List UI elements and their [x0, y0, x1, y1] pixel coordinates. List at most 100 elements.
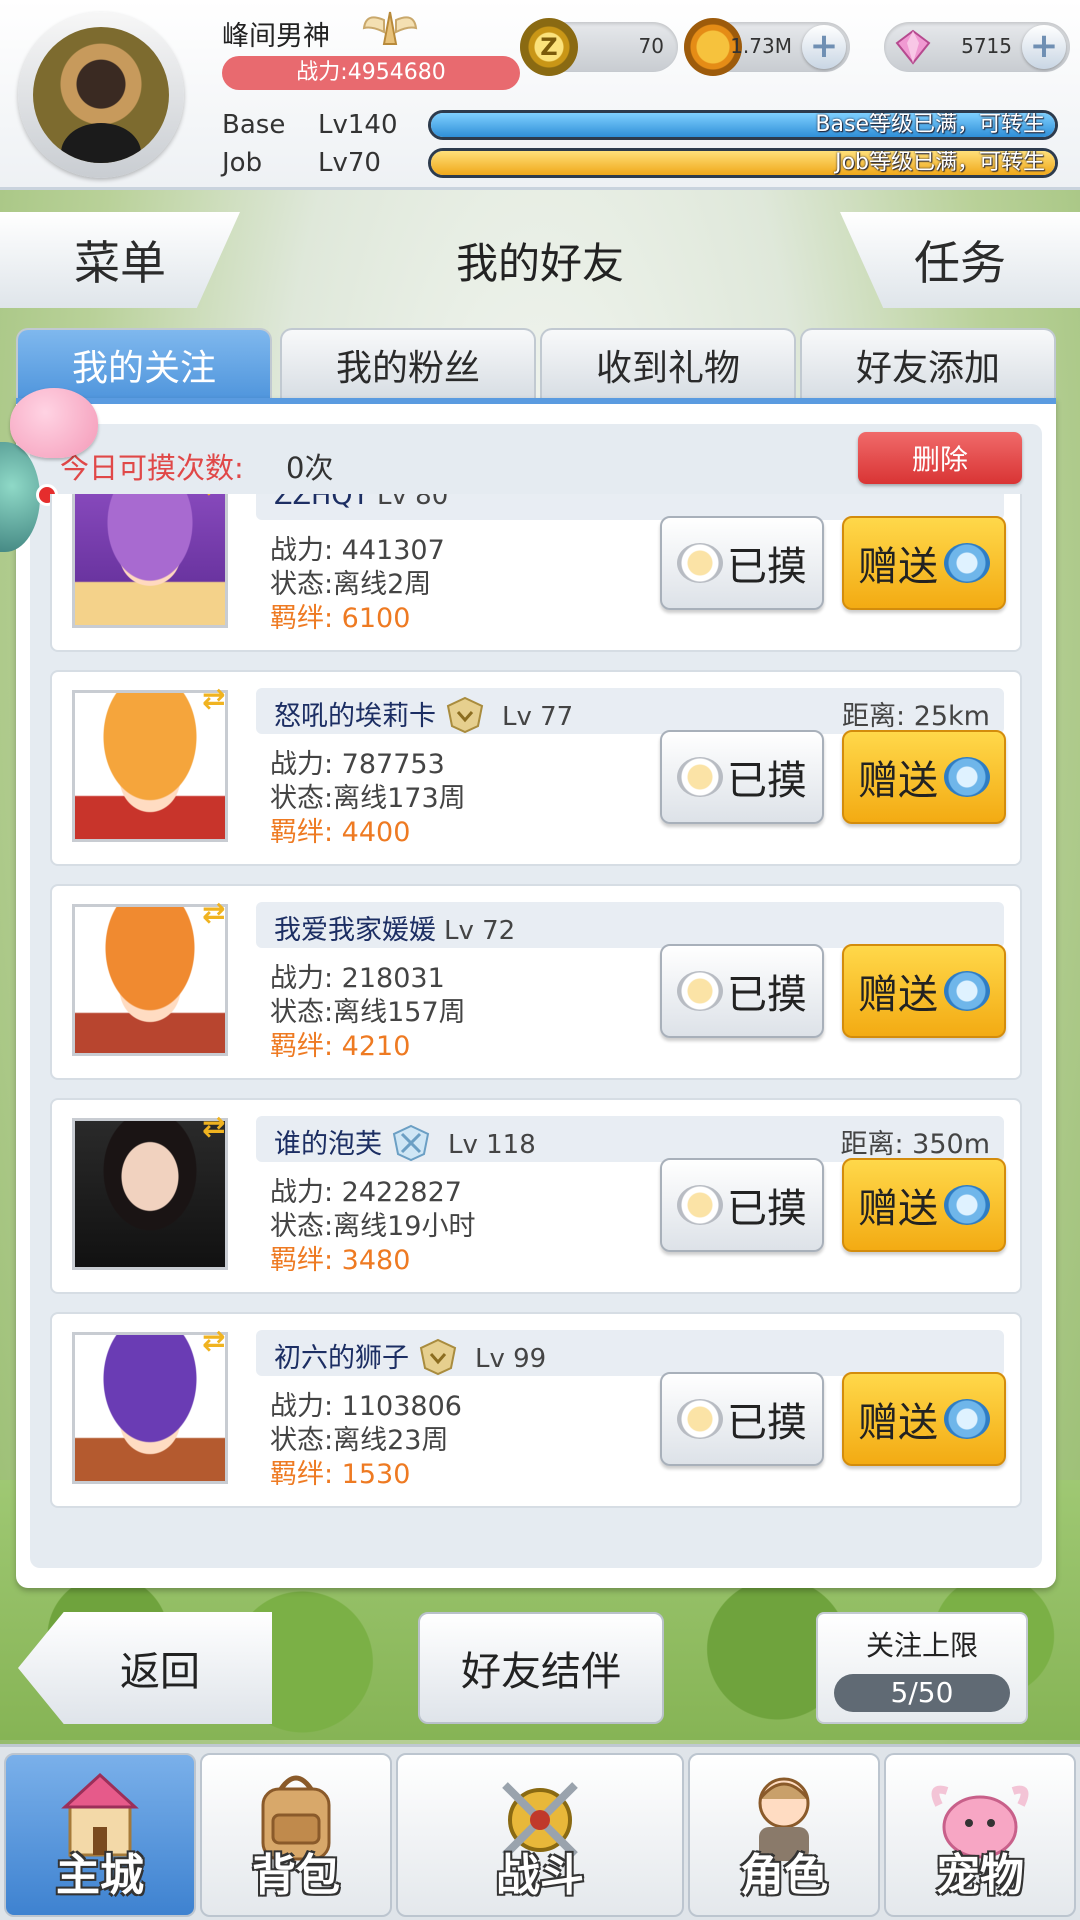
touch-count-label: 今日可摸次数: [60, 451, 244, 485]
add-gold-button[interactable]: + [802, 25, 846, 69]
friend-card[interactable]: ⇄ 我爱我家媛媛 Lv 72 战力: 218031 状态:离线157周 羁绊: 4… [50, 884, 1022, 1080]
zeny-value: 70 [638, 34, 664, 58]
friend-distance: 距离: 25km [842, 701, 990, 732]
rank-badge-icon [392, 1124, 430, 1161]
touched-button[interactable]: 已摸 [660, 516, 824, 610]
zeny-coin-icon: Z [520, 18, 578, 76]
touched-button[interactable]: 已摸 [660, 1372, 824, 1466]
player-name: 峰间男神 [222, 21, 330, 52]
nav-pet[interactable]: 宠物 [884, 1753, 1076, 1917]
nav-main-city[interactable]: 主城 [4, 1753, 196, 1917]
nav-character[interactable]: 角色 [688, 1753, 880, 1917]
nav-backpack[interactable]: 背包 [200, 1753, 392, 1917]
gold-value: 1.73M [730, 34, 792, 58]
follow-limit-value: 5/50 [834, 1674, 1010, 1712]
touched-button[interactable]: 已摸 [660, 944, 824, 1038]
friend-level: Lv 77 [502, 702, 574, 732]
friend-name: ZZHQY [274, 494, 370, 511]
friend-name: 初六的狮子 [274, 1343, 409, 1374]
gift-button[interactable]: 赠送 [842, 1158, 1006, 1252]
touched-label: 已摸 [727, 758, 807, 804]
gift-label: 赠送 [858, 1186, 938, 1232]
gold-counter: 1.73M + [684, 18, 850, 76]
nav-label: 背包 [252, 1850, 340, 1901]
friend-name-bar: 谁的泡芙 Lv 118 距离: 350m [256, 1116, 1004, 1162]
gift-button[interactable]: 赠送 [842, 944, 1006, 1038]
friend-level: Lv 72 [444, 916, 516, 946]
friend-distance: 距离: 350m [840, 1129, 990, 1160]
friend-name: 我爱我家媛媛 [274, 915, 436, 946]
gift-coins-icon [944, 971, 990, 1011]
base-exp-bar: Base等级已满，可转生 [428, 110, 1058, 140]
gift-coins-icon [944, 1399, 990, 1439]
swap-arrows-icon: ⇄ [202, 896, 226, 929]
swap-arrows-icon: ⇄ [202, 494, 242, 501]
friend-name-bar: 我爱我家媛媛 Lv 72 [256, 902, 1004, 948]
friend-level: Lv 99 [475, 1344, 547, 1374]
gift-button[interactable]: 赠送 [842, 730, 1006, 824]
gift-label: 赠送 [858, 972, 938, 1018]
touched-label: 已摸 [727, 972, 807, 1018]
touched-button[interactable]: 已摸 [660, 730, 824, 824]
job-level: Lv70 [318, 148, 381, 178]
crystal-counter: 5715 + [884, 22, 1070, 72]
friend-list[interactable]: ⇄ ZZHQYLv 80 战力: 441307 状态:离线2周 羁绊: 6100… [50, 494, 1022, 1534]
base-bar-text: Base等级已满，可转生 [815, 112, 1045, 137]
gift-button[interactable]: 赠送 [842, 1372, 1006, 1466]
friend-card[interactable]: ⇄ 怒吼的埃莉卡 Lv 77 距离: 25km 战力: 787753 状态:离线1… [50, 670, 1022, 866]
gift-coins-icon [944, 543, 990, 583]
gift-coins-icon [944, 1185, 990, 1225]
player-status-bar: 峰间男神 战力:4954680 Z 70 1.73M + 5715 + Base… [0, 0, 1080, 190]
avatar-photo [33, 27, 169, 163]
friend-portrait [72, 494, 228, 628]
touched-label: 已摸 [727, 544, 807, 590]
friend-card[interactable]: ⇄ ZZHQYLv 80 战力: 441307 状态:离线2周 羁绊: 6100… [50, 494, 1022, 652]
add-crystal-button[interactable]: + [1022, 25, 1066, 69]
gift-coins-icon [944, 757, 990, 797]
friend-bond: 羁绊: 4400 [270, 817, 411, 848]
crystal-icon [884, 18, 942, 76]
player-avatar[interactable] [18, 12, 184, 178]
friend-bond: 羁绊: 3480 [270, 1245, 411, 1276]
friend-card[interactable]: ⇄ 谁的泡芙 Lv 118 距离: 350m 战力: 2422827 状态:离线1… [50, 1098, 1022, 1294]
back-button[interactable]: 返回 [18, 1612, 272, 1724]
delete-button[interactable]: 删除 [858, 432, 1022, 484]
friend-card[interactable]: ⇄ 初六的狮子 Lv 99 战力: 1103806 状态:离线23周 羁绊: 15… [50, 1312, 1022, 1508]
friend-bond: 羁绊: 4210 [270, 1031, 411, 1062]
wings-icon [362, 11, 418, 45]
nav-label: 主城 [56, 1850, 144, 1901]
swap-arrows-icon: ⇄ [202, 1110, 226, 1143]
tab-add-friend[interactable]: 好友添加 [800, 328, 1056, 400]
nav-label: 宠物 [936, 1850, 1024, 1901]
zeny-counter: Z 70 [520, 18, 678, 76]
bottom-nav: 主城 背包 战斗 角色 宠物 [0, 1744, 1080, 1920]
base-label: Base [222, 110, 286, 140]
gift-label: 赠送 [858, 1400, 938, 1446]
swap-arrows-icon: ⇄ [202, 1324, 226, 1357]
gift-button[interactable]: 赠送 [842, 516, 1006, 610]
touch-count-value: 0次 [286, 451, 334, 485]
nav-battle[interactable]: 战斗 [396, 1753, 684, 1917]
friend-name: 怒吼的埃莉卡 [274, 701, 436, 732]
gift-label: 赠送 [858, 544, 938, 590]
base-level: Lv140 [318, 110, 398, 140]
tab-fans[interactable]: 我的粉丝 [280, 328, 536, 400]
player-power: 战力:4954680 [222, 56, 520, 90]
touched-button[interactable]: 已摸 [660, 1158, 824, 1252]
nav-label: 战斗 [496, 1850, 584, 1901]
crystal-value: 5715 [961, 34, 1012, 58]
touch-hand-icon [677, 1185, 723, 1225]
friend-name: 谁的泡芙 [274, 1129, 382, 1160]
friend-level: Lv 118 [448, 1130, 536, 1160]
tab-received-gifts[interactable]: 收到礼物 [540, 328, 796, 400]
gift-label: 赠送 [858, 758, 938, 804]
job-exp-bar: Job等级已满，可转生 [428, 148, 1058, 178]
touch-hand-icon [677, 543, 723, 583]
swap-arrows-icon: ⇄ [202, 682, 226, 715]
friend-companion-button[interactable]: 好友结伴 [418, 1612, 664, 1724]
follow-limit: 关注上限 5/50 [816, 1612, 1028, 1724]
poring-pet-icon[interactable] [10, 388, 98, 458]
rank-badge-icon [446, 696, 484, 733]
job-label: Job [222, 148, 263, 178]
touch-hand-icon [677, 971, 723, 1011]
